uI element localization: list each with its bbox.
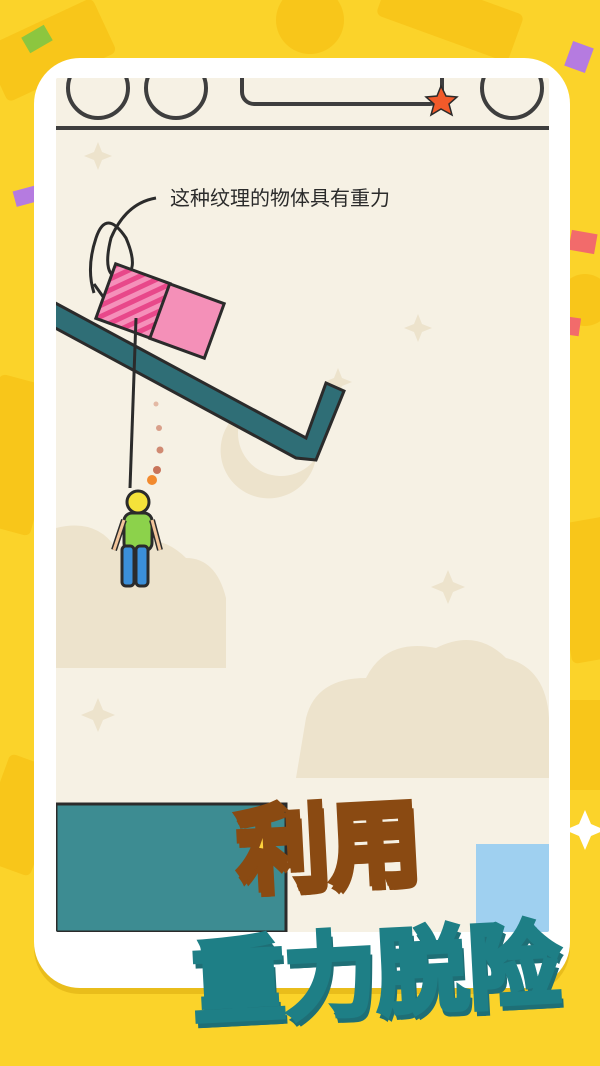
sparkle-icon — [81, 698, 115, 732]
hint-label: 这种纹理的物体具有重力 — [170, 186, 390, 210]
title-line-2: 重力脱险 — [187, 909, 565, 1040]
sparkle-icon — [404, 314, 432, 342]
motion-trail — [147, 401, 164, 485]
sparkle-icon — [84, 142, 112, 170]
sparkle-icon — [431, 570, 465, 604]
title-line-1: 利用 — [231, 786, 425, 907]
cloud-right — [296, 640, 549, 778]
